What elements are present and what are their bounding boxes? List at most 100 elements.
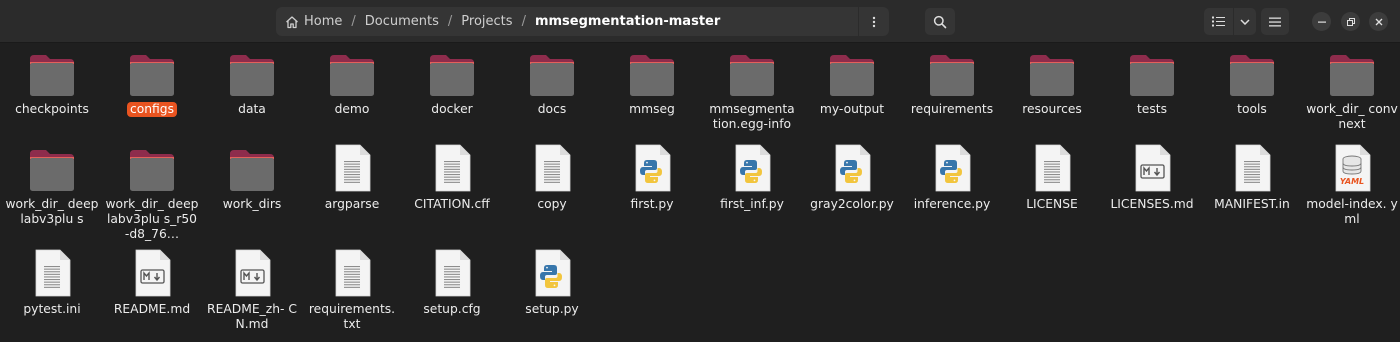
item-label: my-output — [819, 102, 885, 116]
close-icon — [1375, 18, 1382, 25]
file-item[interactable]: YAML model-index. yml — [1302, 144, 1400, 227]
folder-item[interactable]: tests — [1102, 49, 1202, 117]
item-label: tools — [1237, 102, 1267, 116]
folder-item[interactable]: tools — [1202, 49, 1302, 117]
item-label: mmsegmenta tion.egg-info — [709, 102, 795, 131]
folder-icon — [328, 49, 376, 97]
item-label: LICENSES.md — [1110, 197, 1194, 211]
markdown-file-icon — [233, 249, 271, 297]
file-item[interactable]: README_zh- CN.md — [202, 249, 302, 332]
folder-item[interactable]: data — [202, 49, 302, 117]
breadcrumb-home[interactable]: Home — [285, 14, 342, 29]
search-icon — [933, 15, 947, 28]
item-label: pytest.ini — [23, 302, 81, 316]
vertical-dots-icon — [872, 16, 876, 27]
view-toggle — [1204, 8, 1256, 35]
item-label: checkpoints — [15, 102, 89, 116]
folder-item[interactable]: demo — [302, 49, 402, 117]
file-item[interactable]: LICENSE — [1002, 144, 1102, 212]
hamburger-menu-icon — [1269, 17, 1281, 26]
list-view-button[interactable] — [1204, 8, 1235, 35]
folder-icon — [928, 49, 976, 97]
folder-icon — [1028, 49, 1076, 97]
python-file-icon — [833, 144, 871, 192]
folder-icon — [528, 49, 576, 97]
file-item[interactable]: first.py — [602, 144, 702, 212]
file-item[interactable]: inference.py — [902, 144, 1002, 212]
python-file-icon — [633, 144, 671, 192]
breadcrumb-documents[interactable]: Documents — [365, 14, 439, 29]
item-label: work_dir_ convnext — [1306, 102, 1398, 131]
folder-icon — [1328, 49, 1376, 97]
python-file-icon — [733, 144, 771, 192]
item-label: model-index. yml — [1306, 197, 1398, 226]
home-icon — [286, 15, 298, 28]
folder-item[interactable]: docker — [402, 49, 502, 117]
chevron-down-icon — [1240, 18, 1250, 25]
search-button[interactable] — [925, 8, 955, 35]
file-item[interactable]: LICENSES.md — [1102, 144, 1202, 212]
python-file-icon — [533, 249, 571, 297]
path-menu-button[interactable] — [858, 7, 889, 36]
main-menu-button[interactable] — [1261, 8, 1289, 35]
item-label: requirements. txt — [308, 302, 396, 331]
file-item[interactable]: setup.py — [502, 249, 602, 317]
folder-icon — [728, 49, 776, 97]
folder-item[interactable]: work_dir_ deeplabv3plu s_r50-d8_76… — [102, 144, 202, 242]
folder-icon — [28, 49, 76, 97]
file-item[interactable]: MANIFEST.in — [1202, 144, 1302, 212]
item-label: resources — [1022, 102, 1082, 116]
item-label: setup.cfg — [423, 302, 481, 316]
close-button[interactable] — [1369, 12, 1388, 31]
folder-icon — [628, 49, 676, 97]
folder-item[interactable]: mmsegmenta tion.egg-info — [702, 49, 802, 132]
markdown-file-icon — [1133, 144, 1171, 192]
file-item[interactable]: gray2color.py — [802, 144, 902, 212]
text-file-icon — [333, 249, 371, 297]
folder-item[interactable]: work_dir_ deeplabv3plu s — [2, 144, 102, 227]
file-item[interactable]: pytest.ini — [2, 249, 102, 317]
text-file-icon — [333, 144, 371, 192]
folder-item[interactable]: requirements — [902, 49, 1002, 117]
file-item[interactable]: setup.cfg — [402, 249, 502, 317]
item-label: gray2color.py — [810, 197, 894, 211]
breadcrumb-separator: / — [447, 14, 453, 29]
file-item[interactable]: argparse — [302, 144, 402, 212]
folder-item[interactable]: work_dir_ convnext — [1302, 49, 1400, 132]
folder-item[interactable]: docs — [502, 49, 602, 117]
folder-icon — [228, 144, 276, 192]
item-label: work_dirs — [222, 197, 282, 211]
folder-item[interactable]: configs — [102, 49, 202, 117]
maximize-button[interactable] — [1341, 12, 1360, 31]
file-item[interactable]: CITATION.cff — [402, 144, 502, 212]
python-file-icon — [933, 144, 971, 192]
yaml-file-icon: YAML — [1333, 144, 1371, 192]
file-item[interactable]: README.md — [102, 249, 202, 317]
path-bar: Home / Documents / Projects / mmsegmenta… — [276, 7, 889, 36]
folder-icon — [228, 49, 276, 97]
folder-item[interactable]: my-output — [802, 49, 902, 117]
item-label: requirements — [910, 102, 994, 116]
item-label: copy — [537, 197, 567, 211]
item-label: tests — [1136, 102, 1168, 116]
breadcrumb-current[interactable]: mmsegmentation-master — [535, 14, 720, 29]
item-label: first_inf.py — [720, 197, 784, 211]
file-item[interactable]: first_inf.py — [702, 144, 802, 212]
folder-item[interactable]: resources — [1002, 49, 1102, 117]
markdown-file-icon — [133, 249, 171, 297]
item-label: work_dir_ deeplabv3plu s — [5, 197, 99, 226]
item-label: MANIFEST.in — [1214, 197, 1290, 211]
text-file-icon — [1033, 144, 1071, 192]
minimize-button[interactable] — [1312, 12, 1331, 31]
list-view-icon — [1212, 16, 1226, 27]
breadcrumb-projects[interactable]: Projects — [461, 14, 512, 29]
breadcrumb-home-label: Home — [304, 14, 343, 29]
text-file-icon — [433, 144, 471, 192]
file-item[interactable]: requirements. txt — [302, 249, 402, 332]
folder-item[interactable]: work_dirs — [202, 144, 302, 212]
item-label: inference.py — [913, 197, 991, 211]
file-item[interactable]: copy — [502, 144, 602, 212]
folder-item[interactable]: checkpoints — [2, 49, 102, 117]
folder-item[interactable]: mmseg — [602, 49, 702, 117]
view-options-dropdown[interactable] — [1234, 8, 1256, 35]
